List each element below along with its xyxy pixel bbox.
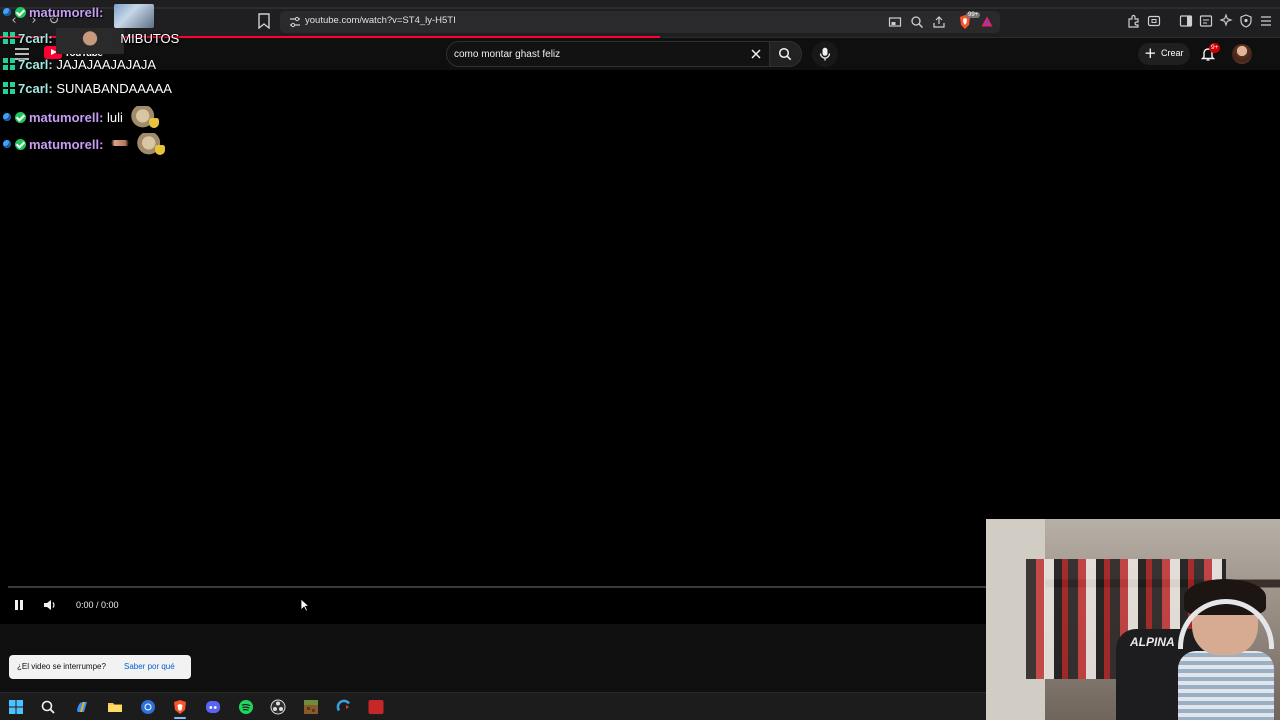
plus-icon: + [1144,44,1157,62]
badge-dot-icon [3,140,11,148]
windows-taskbar [0,692,986,720]
chat-username: 7carl [18,57,49,72]
search-icon[interactable] [40,699,56,715]
badge-dot-icon [3,113,11,121]
cat-emote-icon [137,133,166,155]
worm-emote-icon [111,140,130,146]
chat-username: matumorell [29,5,100,20]
interrupt-question: ¿El video se interrumpe? [17,662,106,671]
chair-brand-text: ALPINA [1130,635,1175,649]
avatar[interactable] [1232,44,1252,64]
playback-issue-prompt: ¿El video se interrumpe? Saber por qué [9,655,191,679]
search-button[interactable] [770,41,802,67]
wallet-icon[interactable] [1146,13,1162,29]
mouse-cursor-icon [300,598,310,612]
streamer-webcam: ALPINA [986,519,1280,720]
bookmark-icon[interactable] [258,13,270,29]
cast-icon[interactable] [888,15,902,29]
brave-rewards-icon[interactable] [980,15,994,29]
vpn-icon[interactable] [1238,13,1254,29]
search-icon [778,47,792,61]
verified-check-icon [15,139,26,150]
sub-badge-icon [3,58,16,70]
chat-username: 7carl [18,31,49,46]
active-app-indicator [174,717,186,719]
search-box[interactable] [446,41,770,67]
chat-avatar-image [114,4,154,28]
chrome-icon[interactable] [140,699,156,715]
obs-icon[interactable] [270,699,286,715]
webcam-shirt [1178,651,1274,720]
sub-badge-icon [3,82,16,94]
chat-message: 7carl: SUNABANDAAAAA [3,81,172,101]
search-input[interactable] [454,46,744,62]
site-info-icon[interactable] [288,15,302,29]
chat-text: JAJAJAAJAJAJA [56,57,157,72]
microphone-icon [819,47,831,61]
chat-text: SUNABANDAAAAA [56,81,172,96]
share-icon[interactable] [932,15,946,29]
learn-why-link[interactable]: Saber por qué [124,662,175,671]
tab-strip [0,7,1280,9]
reading-list-icon[interactable] [1198,13,1214,29]
file-explorer-icon[interactable] [107,699,123,715]
verified-check-icon [15,7,26,18]
chat-message: matumorell: [3,5,103,25]
webcam-person [1178,579,1274,720]
chat-message: matumorell: luli [3,106,159,128]
chat-message: 7carl: MIBUTOS [3,31,179,51]
chat-message: matumorell: [3,133,166,155]
leo-ai-icon[interactable] [1218,13,1234,29]
extensions-icon[interactable] [1126,13,1142,29]
pause-icon[interactable] [12,598,26,612]
browser-menu-icon[interactable] [1258,13,1274,29]
sub-badge-icon [3,32,16,44]
youtube-header: YouTube + Crear 9+ [0,38,1280,70]
ccleaner-icon[interactable] [336,699,352,715]
create-button-label: Crear [1161,48,1184,58]
badge-dot-icon [3,8,11,16]
voicemeeter-icon[interactable] [368,699,384,715]
windows-icon[interactable] [8,699,24,715]
zoom-icon[interactable] [910,15,924,29]
chat-text: MIBUTOS [120,31,180,46]
create-button[interactable]: + Crear [1138,43,1190,65]
chat-username: 7carl [18,81,49,96]
cat-emote-icon [130,106,159,128]
voice-search-button[interactable] [812,41,838,67]
discord-icon[interactable] [205,699,221,715]
clear-search-icon[interactable] [749,47,763,61]
notification-count-badge: 9+ [1209,43,1221,53]
copilot-icon[interactable] [74,699,90,715]
sidebar-icon[interactable] [1178,13,1194,29]
chat-username: matumorell [29,137,100,152]
url-text[interactable]: youtube.com/watch?v=ST4_ly-H5TI [305,15,456,26]
volume-icon[interactable] [42,598,58,612]
seek-bar[interactable] [8,586,986,588]
brave-icon[interactable] [172,699,188,715]
time-display: 0:00 / 0:00 [76,600,119,610]
spotify-icon[interactable] [238,699,254,715]
minecraft-icon[interactable] [303,699,319,715]
address-bar[interactable]: youtube.com/watch?v=ST4_ly-H5TI 99+ [280,11,1000,33]
chat-message: 7carl: JAJAJAAJAJAJA [3,57,156,77]
chat-text: luli [107,110,123,125]
verified-check-icon [15,112,26,123]
brave-shields-count: 99+ [966,12,981,18]
browser-toolbar: ‹ › ↻ youtube.com/watch?v=ST4_ly-H5TI 99… [0,0,1280,38]
chat-username: matumorell [29,110,100,125]
